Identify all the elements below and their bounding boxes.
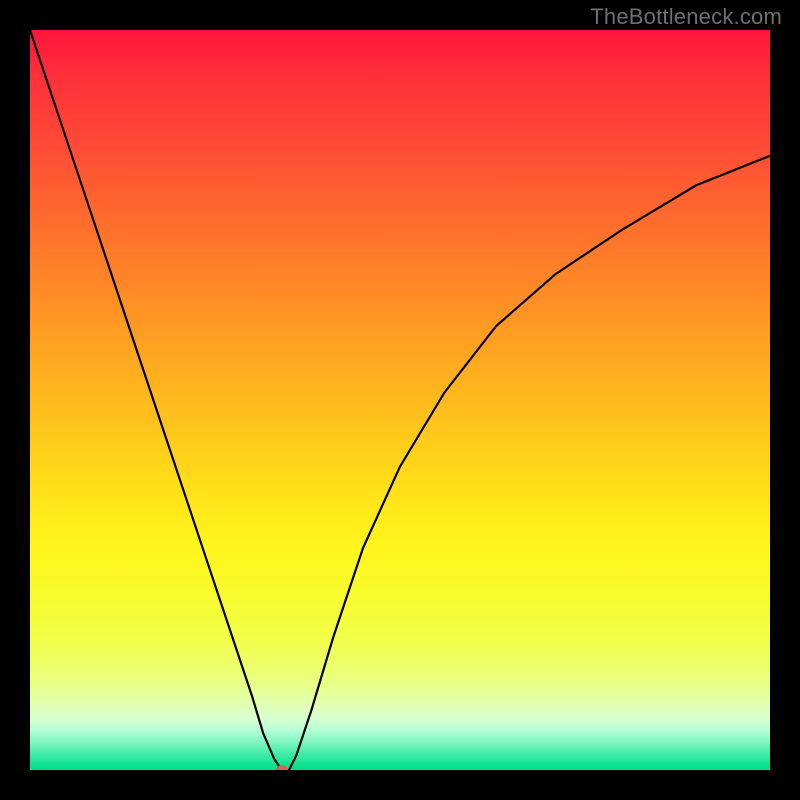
plot-area — [30, 30, 770, 770]
watermark-label: TheBottleneck.com — [590, 4, 782, 30]
minimum-marker — [276, 765, 288, 770]
bottleneck-curve — [30, 30, 770, 770]
chart-frame: TheBottleneck.com — [0, 0, 800, 800]
curve-path — [30, 30, 770, 770]
